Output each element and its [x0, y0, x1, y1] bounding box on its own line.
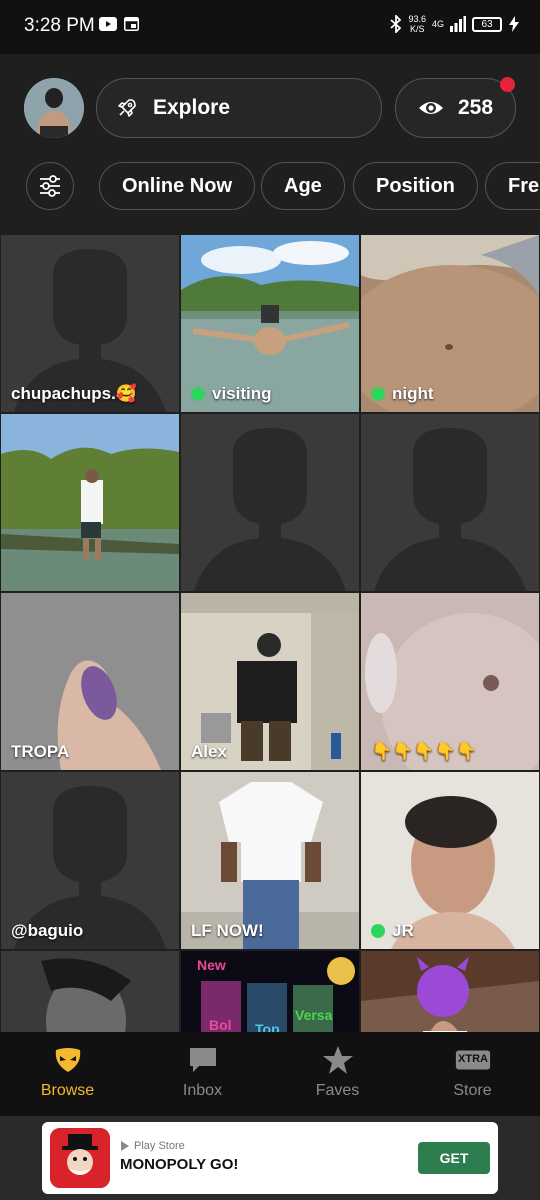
- profile-tile[interactable]: [181, 414, 359, 591]
- network-type: 4G: [431, 19, 444, 29]
- notification-dot: [500, 77, 515, 92]
- nav-browse-label: Browse: [40, 1082, 95, 1099]
- devil-emoji-photo: [361, 951, 539, 1032]
- bottom-navigation: Browse Inbox Faves XTRA Store: [0, 1032, 540, 1116]
- filter-bar: Online Now Age Position Fre: [0, 162, 540, 212]
- filter-chip-position[interactable]: Position: [353, 162, 478, 210]
- ad-store-label: Play Store: [120, 1140, 185, 1152]
- profile-tile[interactable]: LF NOW!: [181, 772, 359, 949]
- explore-label: Explore: [153, 96, 231, 119]
- profile-tile[interactable]: Alex: [181, 593, 359, 770]
- ad-banner[interactable]: Play Store MONOPOLY GO! GET: [42, 1122, 498, 1194]
- profile-name: Alex: [191, 742, 227, 761]
- net-speed: 93.6 K/S: [408, 14, 426, 34]
- profile-tile[interactable]: [361, 951, 539, 1032]
- signal-icon: [450, 16, 466, 32]
- xtra-badge-text: XTRA: [458, 1053, 488, 1065]
- bluetooth-icon: [390, 15, 402, 33]
- status-bar: 3:28 PM 93.6 K/S 4G 63: [0, 0, 540, 54]
- profile-tile[interactable]: night: [361, 235, 539, 412]
- filter-chip-more[interactable]: Fre: [485, 162, 540, 210]
- eye-icon: [419, 102, 443, 114]
- profile-tile[interactable]: [1, 951, 179, 1032]
- filter-chip-online-now[interactable]: Online Now: [99, 162, 255, 210]
- chat-bubble-icon: [190, 1048, 216, 1072]
- my-profile-avatar[interactable]: [24, 78, 84, 138]
- nav-inbox[interactable]: Inbox: [135, 1032, 270, 1116]
- poppers-new-text: New: [197, 957, 226, 973]
- dark-photo: [1, 951, 179, 1032]
- grindr-mask-icon: [55, 1048, 81, 1072]
- views-button[interactable]: 258: [395, 77, 516, 138]
- profile-tile[interactable]: [361, 414, 539, 591]
- online-indicator: [371, 924, 385, 938]
- charging-icon: [509, 16, 519, 32]
- filter-chip-age[interactable]: Age: [261, 162, 345, 210]
- profile-name: TROPA: [11, 742, 70, 761]
- nav-browse[interactable]: Browse: [0, 1032, 135, 1116]
- sliders-icon: [40, 175, 60, 197]
- online-indicator: [371, 387, 385, 401]
- status-indicators: 93.6 K/S 4G 63: [390, 14, 520, 34]
- profile-tile[interactable]: [1, 414, 179, 591]
- poppers-versa-text: Versa: [295, 1007, 333, 1023]
- profile-tile[interactable]: @baguio: [1, 772, 179, 949]
- nav-faves-label: Faves: [315, 1082, 360, 1099]
- profile-tile[interactable]: New Versa Bol Top: [181, 951, 359, 1032]
- profile-tile[interactable]: 👇👇👇👇👇: [361, 593, 539, 770]
- youtube-icon: [99, 17, 117, 31]
- profile-tile[interactable]: TROPA: [1, 593, 179, 770]
- explore-button[interactable]: Explore: [96, 78, 382, 138]
- profile-name: 👇👇👇👇👇: [371, 742, 477, 761]
- poppers-top-text: Top: [255, 1021, 280, 1032]
- nav-store[interactable]: XTRA Store: [405, 1032, 540, 1116]
- filter-settings-button[interactable]: [26, 162, 74, 210]
- profile-tile[interactable]: visiting: [181, 235, 359, 412]
- play-store-icon: [121, 1141, 129, 1151]
- profile-name: chupachups.🥰: [11, 384, 138, 403]
- profile-name: night: [371, 384, 434, 404]
- ad-get-button[interactable]: GET: [418, 1142, 490, 1174]
- silhouette-photo: [181, 414, 359, 591]
- profile-name: visiting: [191, 384, 272, 404]
- header: Explore 258 Online Now Age Position Fre: [0, 54, 540, 234]
- ad-title: MONOPOLY GO!: [120, 1156, 239, 1173]
- monopoly-logo: [50, 1128, 110, 1188]
- nav-store-label: Store: [453, 1082, 492, 1099]
- nav-inbox-label: Inbox: [182, 1082, 223, 1099]
- profile-name: LF NOW!: [191, 921, 264, 940]
- profile-grid: chupachups.🥰 visiting night TROPA Alex 👇…: [0, 234, 540, 1032]
- calendar-icon: [124, 17, 139, 31]
- profile-name: @baguio: [11, 921, 84, 940]
- profile-tile[interactable]: chupachups.🥰: [1, 235, 179, 412]
- battery-indicator: 63: [472, 16, 502, 32]
- status-time: 3:28 PM: [24, 15, 95, 36]
- views-count: 258: [458, 96, 494, 119]
- silhouette-photo: [361, 414, 539, 591]
- online-indicator: [191, 387, 205, 401]
- nav-faves[interactable]: Faves: [270, 1032, 405, 1116]
- profile-name: JR: [371, 921, 414, 941]
- avatar-photo: [24, 78, 84, 138]
- star-icon: [323, 1046, 353, 1074]
- rocket-icon: [118, 99, 136, 117]
- profile-tile[interactable]: JR: [361, 772, 539, 949]
- poppers-bol-text: Bol: [209, 1017, 232, 1032]
- ad-banner-area: Play Store MONOPOLY GO! GET: [0, 1116, 540, 1200]
- river-photo: [1, 414, 179, 591]
